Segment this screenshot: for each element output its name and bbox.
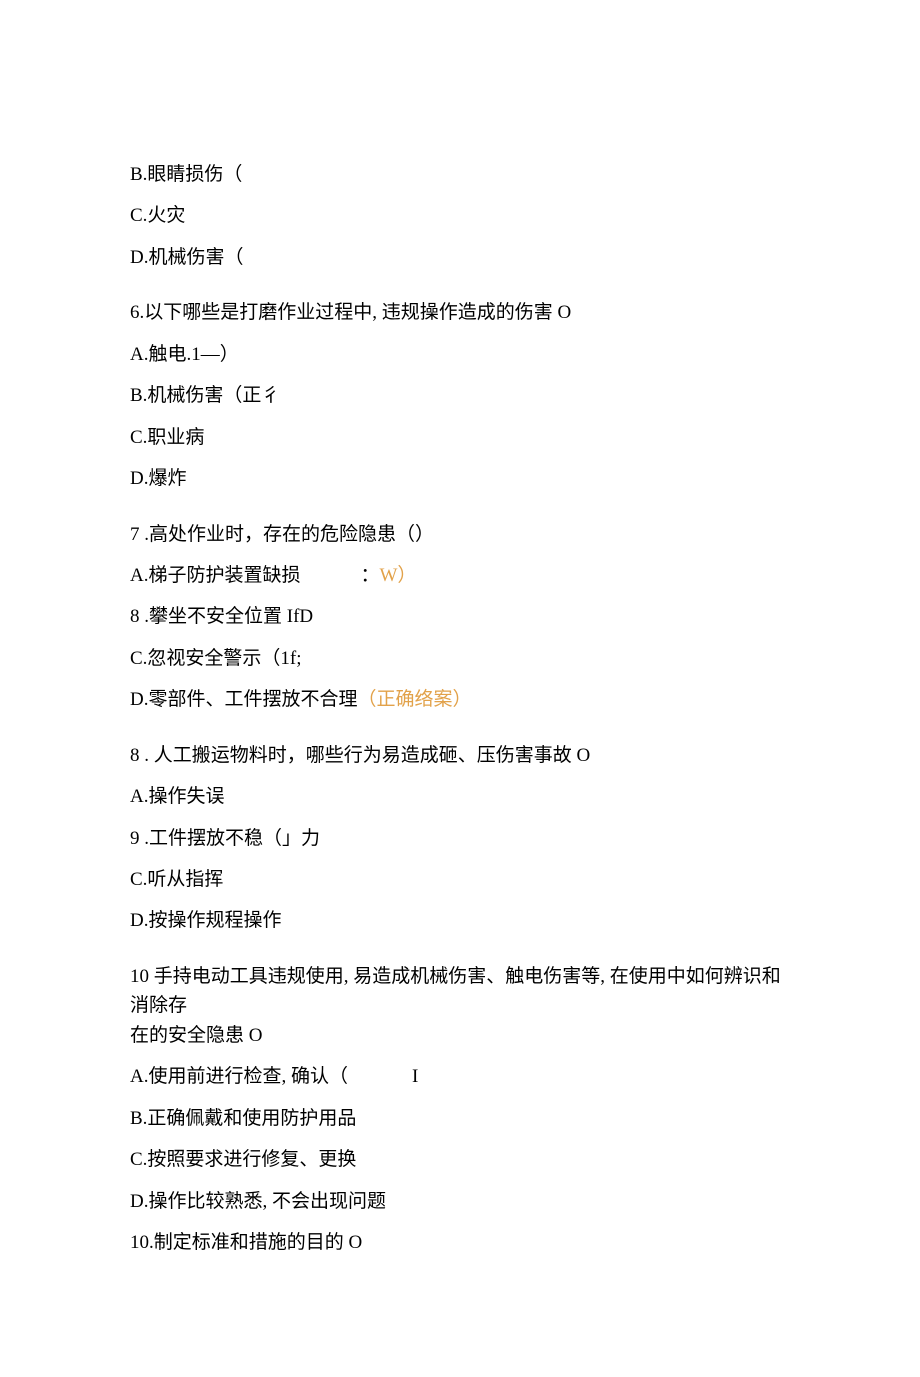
q10-option-a-prefix: A.使用前进行检查, 确认（: [130, 1066, 348, 1087]
q7-option-d-prefix: D.零部件、工件摆放不合理: [130, 689, 357, 710]
q10-option-a-suffix: I: [412, 1066, 418, 1087]
document-page: B.眼睛损伤（ C.火灾 D.机械伤害（ 6.以下哪些是打磨作业过程中, 违规操…: [0, 0, 920, 1377]
q8-option-c: C.听从指挥: [130, 865, 790, 894]
q7-option-a-prefix: A.梯子防护装置缺损: [130, 565, 300, 586]
q5-option-d: D.机械伤害（: [130, 243, 790, 272]
q7-option-a-suffix: W）: [380, 565, 417, 586]
q7-option-a: A.梯子防护装置缺损 ：W）: [130, 561, 790, 590]
q6-stem: 6.以下哪些是打磨作业过程中, 违规操作造成的伤害 O: [130, 298, 790, 327]
q6-option-d: D.爆炸: [130, 464, 790, 493]
q8-option-b: 9 .工件摆放不稳（」力: [130, 824, 790, 853]
q7-option-d-suffix: （正确络案）: [357, 689, 471, 710]
q8-stem: 8 . 人工搬运物料时，哪些行为易造成砸、压伤害事故 O: [130, 741, 790, 770]
q7-stem: 7 .高处作业时，存在的危险隐患（）: [130, 520, 790, 549]
q10-option-c: C.按照要求进行修复、更换: [130, 1145, 790, 1174]
q8-option-d: D.按操作规程操作: [130, 906, 790, 935]
q7-option-d: D.零部件、工件摆放不合理（正确络案）: [130, 685, 790, 714]
q5-option-c: C.火灾: [130, 201, 790, 230]
q8-option-a: A.操作失误: [130, 782, 790, 811]
q10-stem-line1: 10 手持电动工具违规使用, 易造成机械伤害、触电伤害等, 在使用中如何辨识和消…: [130, 962, 790, 1021]
q7-option-c: C.忽视安全警示（1f;: [130, 644, 790, 673]
q6-option-a: A.触电.1—）: [130, 340, 790, 369]
q7-option-a-sep: ：: [360, 565, 379, 586]
q10-option-d: D.操作比较熟悉, 不会出现问题: [130, 1187, 790, 1216]
q10b-stem: 10.制定标准和措施的目的 O: [130, 1228, 790, 1257]
q5-option-b: B.眼睛损伤（: [130, 160, 790, 189]
q10-stem-line2: 在的安全隐患 O: [130, 1021, 790, 1050]
q6-option-c: C.职业病: [130, 423, 790, 452]
q10-option-a: A.使用前进行检查, 确认（ I: [130, 1062, 790, 1091]
q10-option-b: B.正确佩戴和使用防护用品: [130, 1104, 790, 1133]
q6-option-b: B.机械伤害（正彳: [130, 381, 790, 410]
q7-option-b: 8 .攀坐不安全位置 IfD: [130, 602, 790, 631]
